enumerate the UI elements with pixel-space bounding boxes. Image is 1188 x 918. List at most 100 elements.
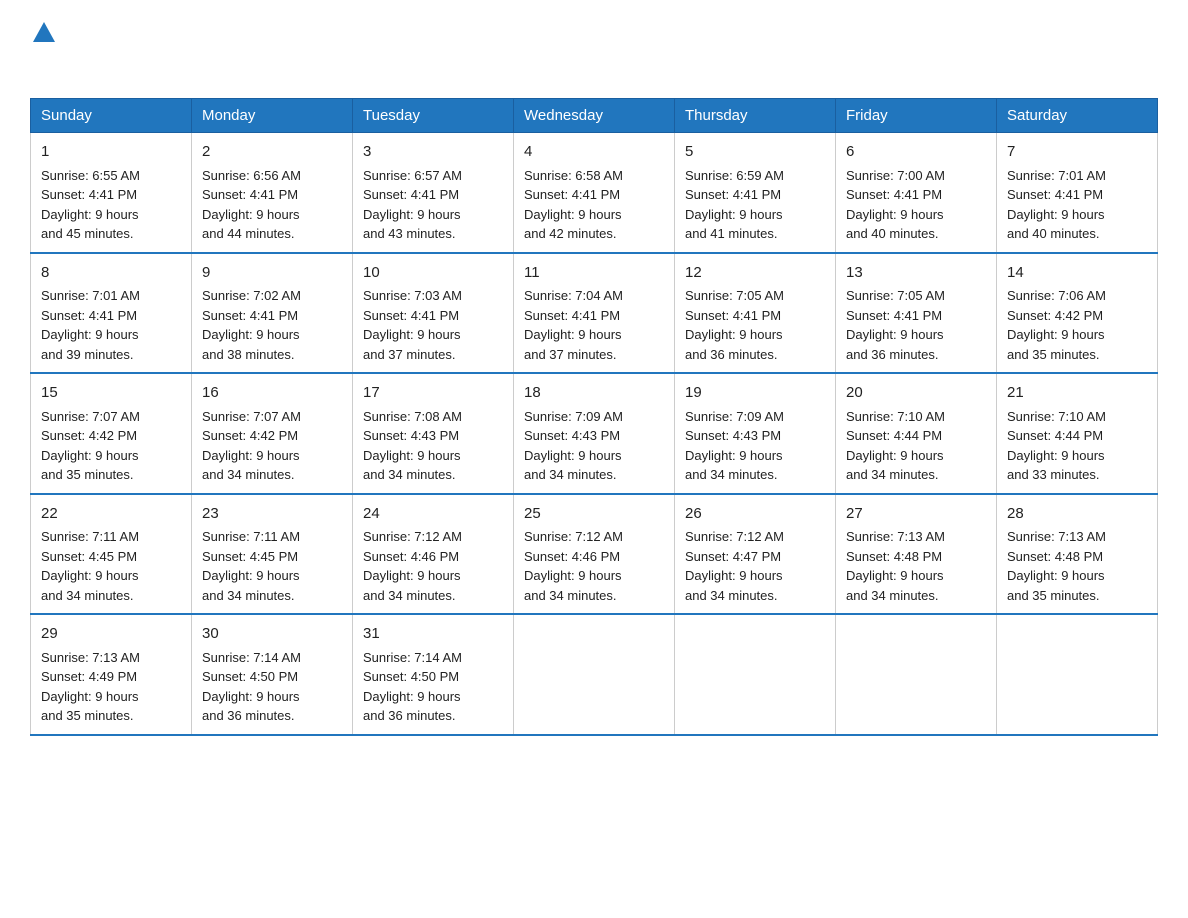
- table-cell: 23 Sunrise: 7:11 AMSunset: 4:45 PMDayligh…: [192, 494, 353, 615]
- day-number: 18: [524, 382, 664, 405]
- table-cell: 2 Sunrise: 6:56 AMSunset: 4:41 PMDaylight…: [192, 133, 353, 253]
- table-cell: 16 Sunrise: 7:07 AMSunset: 4:42 PMDayligh…: [192, 373, 353, 494]
- day-info: Sunrise: 6:58 AMSunset: 4:41 PMDaylight:…: [524, 168, 623, 242]
- day-number: 28: [1007, 503, 1147, 526]
- col-saturday: Saturday: [997, 99, 1158, 133]
- col-thursday: Thursday: [675, 99, 836, 133]
- day-info: Sunrise: 7:11 AMSunset: 4:45 PMDaylight:…: [41, 529, 139, 603]
- day-info: Sunrise: 7:13 AMSunset: 4:49 PMDaylight:…: [41, 650, 140, 724]
- day-info: Sunrise: 7:07 AMSunset: 4:42 PMDaylight:…: [41, 409, 140, 483]
- day-number: 23: [202, 503, 342, 526]
- day-info: Sunrise: 7:12 AMSunset: 4:46 PMDaylight:…: [363, 529, 462, 603]
- table-cell: 12Sunrise: 7:05 AMSunset: 4:41 PMDayligh…: [675, 253, 836, 374]
- day-info: Sunrise: 7:12 AMSunset: 4:47 PMDaylight:…: [685, 529, 784, 603]
- table-cell: 18 Sunrise: 7:09 AMSunset: 4:43 PMDayligh…: [514, 373, 675, 494]
- table-cell: 24 Sunrise: 7:12 AMSunset: 4:46 PMDayligh…: [353, 494, 514, 615]
- day-info: Sunrise: 7:07 AMSunset: 4:42 PMDaylight:…: [202, 409, 301, 483]
- col-monday: Monday: [192, 99, 353, 133]
- day-number: 10: [363, 262, 503, 285]
- day-number: 31: [363, 623, 503, 646]
- day-number: 5: [685, 141, 825, 164]
- day-number: 19: [685, 382, 825, 405]
- day-info: Sunrise: 7:11 AMSunset: 4:45 PMDaylight:…: [202, 529, 300, 603]
- day-number: 1: [41, 141, 181, 164]
- header-row: Sunday Monday Tuesday Wednesday Thursday…: [31, 99, 1158, 133]
- table-cell: [675, 614, 836, 735]
- week-row-2: 8 Sunrise: 7:01 AMSunset: 4:41 PMDaylight…: [31, 253, 1158, 374]
- logo-triangle-icon: [33, 22, 55, 47]
- table-cell: 10 Sunrise: 7:03 AMSunset: 4:41 PMDayligh…: [353, 253, 514, 374]
- table-cell: 11 Sunrise: 7:04 AMSunset: 4:41 PMDayligh…: [514, 253, 675, 374]
- day-number: 9: [202, 262, 342, 285]
- day-info: Sunrise: 6:57 AMSunset: 4:41 PMDaylight:…: [363, 168, 462, 242]
- day-number: 21: [1007, 382, 1147, 405]
- day-number: 13: [846, 262, 986, 285]
- table-cell: 7 Sunrise: 7:01 AMSunset: 4:41 PMDaylight…: [997, 133, 1158, 253]
- day-number: 16: [202, 382, 342, 405]
- day-info: Sunrise: 7:09 AMSunset: 4:43 PMDaylight:…: [685, 409, 784, 483]
- day-info: Sunrise: 7:06 AMSunset: 4:42 PMDaylight:…: [1007, 288, 1106, 362]
- week-row-5: 29 Sunrise: 7:13 AMSunset: 4:49 PMDayligh…: [31, 614, 1158, 735]
- day-info: Sunrise: 6:55 AMSunset: 4:41 PMDaylight:…: [41, 168, 140, 242]
- day-number: 30: [202, 623, 342, 646]
- day-number: 20: [846, 382, 986, 405]
- day-number: 25: [524, 503, 664, 526]
- day-info: Sunrise: 7:13 AMSunset: 4:48 PMDaylight:…: [1007, 529, 1106, 603]
- col-sunday: Sunday: [31, 99, 192, 133]
- day-info: Sunrise: 6:59 AMSunset: 4:41 PMDaylight:…: [685, 168, 784, 242]
- day-info: Sunrise: 7:10 AMSunset: 4:44 PMDaylight:…: [1007, 409, 1106, 483]
- page-header: [30, 20, 1158, 78]
- table-cell: 5 Sunrise: 6:59 AMSunset: 4:41 PMDaylight…: [675, 133, 836, 253]
- col-wednesday: Wednesday: [514, 99, 675, 133]
- day-info: Sunrise: 7:03 AMSunset: 4:41 PMDaylight:…: [363, 288, 462, 362]
- table-cell: 26 Sunrise: 7:12 AMSunset: 4:47 PMDayligh…: [675, 494, 836, 615]
- day-number: 26: [685, 503, 825, 526]
- day-info: Sunrise: 7:01 AMSunset: 4:41 PMDaylight:…: [1007, 168, 1106, 242]
- week-row-3: 15 Sunrise: 7:07 AMSunset: 4:42 PMDayligh…: [31, 373, 1158, 494]
- table-cell: [836, 614, 997, 735]
- table-cell: 21 Sunrise: 7:10 AMSunset: 4:44 PMDayligh…: [997, 373, 1158, 494]
- day-info: Sunrise: 7:00 AMSunset: 4:41 PMDaylight:…: [846, 168, 945, 242]
- day-number: 29: [41, 623, 181, 646]
- day-number: 15: [41, 382, 181, 405]
- day-info: Sunrise: 6:56 AMSunset: 4:41 PMDaylight:…: [202, 168, 301, 242]
- table-cell: 25 Sunrise: 7:12 AMSunset: 4:46 PMDayligh…: [514, 494, 675, 615]
- day-number: 17: [363, 382, 503, 405]
- day-info: Sunrise: 7:04 AMSunset: 4:41 PMDaylight:…: [524, 288, 623, 362]
- table-cell: 22Sunrise: 7:11 AMSunset: 4:45 PMDayligh…: [31, 494, 192, 615]
- day-number: 24: [363, 503, 503, 526]
- table-cell: 30 Sunrise: 7:14 AMSunset: 4:50 PMDayligh…: [192, 614, 353, 735]
- table-cell: 29 Sunrise: 7:13 AMSunset: 4:49 PMDayligh…: [31, 614, 192, 735]
- table-cell: [997, 614, 1158, 735]
- table-cell: 19 Sunrise: 7:09 AMSunset: 4:43 PMDayligh…: [675, 373, 836, 494]
- day-info: Sunrise: 7:05 AMSunset: 4:41 PMDaylight:…: [685, 288, 784, 362]
- day-info: Sunrise: 7:12 AMSunset: 4:46 PMDaylight:…: [524, 529, 623, 603]
- day-info: Sunrise: 7:01 AMSunset: 4:41 PMDaylight:…: [41, 288, 140, 362]
- table-cell: 15 Sunrise: 7:07 AMSunset: 4:42 PMDayligh…: [31, 373, 192, 494]
- table-cell: 14Sunrise: 7:06 AMSunset: 4:42 PMDayligh…: [997, 253, 1158, 374]
- day-number: 27: [846, 503, 986, 526]
- day-number: 2: [202, 141, 342, 164]
- week-row-4: 22Sunrise: 7:11 AMSunset: 4:45 PMDayligh…: [31, 494, 1158, 615]
- day-number: 8: [41, 262, 181, 285]
- table-cell: 4 Sunrise: 6:58 AMSunset: 4:41 PMDaylight…: [514, 133, 675, 253]
- day-info: Sunrise: 7:13 AMSunset: 4:48 PMDaylight:…: [846, 529, 945, 603]
- table-cell: 6Sunrise: 7:00 AMSunset: 4:41 PMDaylight…: [836, 133, 997, 253]
- day-info: Sunrise: 7:14 AMSunset: 4:50 PMDaylight:…: [202, 650, 301, 724]
- week-row-1: 1 Sunrise: 6:55 AMSunset: 4:41 PMDaylight…: [31, 133, 1158, 253]
- table-cell: 13Sunrise: 7:05 AMSunset: 4:41 PMDayligh…: [836, 253, 997, 374]
- day-info: Sunrise: 7:09 AMSunset: 4:43 PMDaylight:…: [524, 409, 623, 483]
- table-cell: 31Sunrise: 7:14 AMSunset: 4:50 PMDayligh…: [353, 614, 514, 735]
- table-cell: 3 Sunrise: 6:57 AMSunset: 4:41 PMDaylight…: [353, 133, 514, 253]
- day-number: 7: [1007, 141, 1147, 164]
- day-info: Sunrise: 7:02 AMSunset: 4:41 PMDaylight:…: [202, 288, 301, 362]
- day-info: Sunrise: 7:08 AMSunset: 4:43 PMDaylight:…: [363, 409, 462, 483]
- day-number: 11: [524, 262, 664, 285]
- table-cell: 8 Sunrise: 7:01 AMSunset: 4:41 PMDaylight…: [31, 253, 192, 374]
- table-cell: 9 Sunrise: 7:02 AMSunset: 4:41 PMDaylight…: [192, 253, 353, 374]
- day-number: 3: [363, 141, 503, 164]
- table-cell: [514, 614, 675, 735]
- day-info: Sunrise: 7:10 AMSunset: 4:44 PMDaylight:…: [846, 409, 945, 483]
- day-number: 4: [524, 141, 664, 164]
- col-friday: Friday: [836, 99, 997, 133]
